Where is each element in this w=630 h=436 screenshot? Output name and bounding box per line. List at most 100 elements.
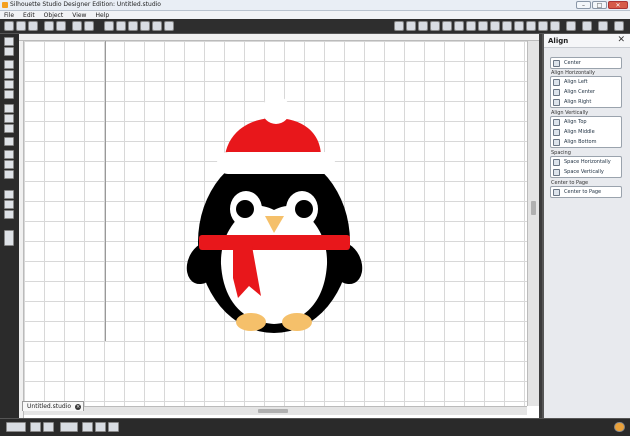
zoom-icon[interactable] <box>30 422 41 432</box>
offset-icon[interactable] <box>514 21 524 31</box>
menu-object[interactable]: Object <box>40 12 69 19</box>
window-title: Silhouette Studio Designer Edition: Unti… <box>10 1 161 8</box>
curve-tool-icon[interactable] <box>4 104 14 113</box>
menu-file[interactable]: File <box>0 12 19 19</box>
undo-icon[interactable] <box>104 21 114 31</box>
redo-icon[interactable] <box>116 21 126 31</box>
line-style-icon[interactable] <box>454 21 464 31</box>
knife-tool-icon[interactable] <box>4 160 14 169</box>
zoom-in-icon[interactable] <box>128 21 138 31</box>
eyedropper-tool-icon[interactable] <box>4 170 14 179</box>
right-eye <box>295 200 313 218</box>
close-window-button[interactable]: ✕ <box>608 1 628 9</box>
save-icon[interactable] <box>28 21 38 31</box>
minimize-button[interactable]: – <box>576 1 591 9</box>
align-bottom-icon <box>553 138 560 146</box>
store-icon[interactable] <box>566 21 576 31</box>
center-to-page-group: Center to Page <box>550 186 622 198</box>
select-tool-icon[interactable] <box>4 37 14 46</box>
app-icon <box>2 2 8 8</box>
align-right-icon <box>553 98 560 106</box>
menu-edit[interactable]: Edit <box>19 12 40 19</box>
grid-icon[interactable] <box>406 21 416 31</box>
paint-icon[interactable] <box>4 210 14 219</box>
scarf-band[interactable] <box>199 235 350 250</box>
vertical-scroll-thumb[interactable] <box>531 201 536 215</box>
edit-points-icon[interactable] <box>4 47 14 56</box>
space-horizontally-button[interactable]: Space Horizontally <box>551 157 621 167</box>
delete-icon[interactable] <box>82 422 93 432</box>
hat-pompom[interactable] <box>262 96 290 124</box>
fit-page-icon[interactable] <box>164 21 174 31</box>
horizontal-scroll-thumb[interactable] <box>258 409 288 413</box>
rectangle-tool-icon[interactable] <box>4 80 14 89</box>
selection-mode-icon[interactable] <box>43 422 54 432</box>
close-panel-icon[interactable]: ✕ <box>617 35 625 45</box>
space-vertically-button[interactable]: Space Vertically <box>551 167 621 177</box>
align-right-button[interactable]: Align Right <box>551 97 621 107</box>
polygon-tool-icon[interactable] <box>4 70 14 79</box>
document-tab[interactable]: Untitled.studio × <box>22 401 85 411</box>
ellipse-tool-icon[interactable] <box>4 90 14 99</box>
center-button[interactable]: Center <box>551 58 621 68</box>
space-vertically-icon <box>553 168 560 176</box>
zoom-select-icon[interactable] <box>152 21 162 31</box>
align-center-button[interactable]: Align Center <box>551 87 621 97</box>
new-document-icon[interactable] <box>4 21 14 31</box>
arc-tool-icon[interactable] <box>4 114 14 123</box>
align-top-button[interactable]: Align Top <box>551 117 621 127</box>
grid-toggle-icon[interactable] <box>6 422 26 432</box>
group-objects-icon[interactable] <box>95 422 106 432</box>
menu-help[interactable]: Help <box>91 12 114 19</box>
right-foot[interactable] <box>282 313 312 331</box>
line-color-icon[interactable] <box>442 21 452 31</box>
modify-icon[interactable] <box>502 21 512 31</box>
library-view-icon[interactable] <box>598 21 608 31</box>
fill-color-icon[interactable] <box>430 21 440 31</box>
left-foot[interactable] <box>236 313 266 331</box>
store-view-icon[interactable] <box>614 21 624 31</box>
document-tab-label: Untitled.studio <box>27 403 72 410</box>
eraser-tool-icon[interactable] <box>4 150 14 159</box>
paste-icon[interactable] <box>84 21 94 31</box>
line-tool-icon[interactable] <box>4 60 14 69</box>
freehand-tool-icon[interactable] <box>4 124 14 133</box>
bottom-toolbar <box>0 418 630 436</box>
library-icon[interactable] <box>44 21 54 31</box>
zoom-out-icon[interactable] <box>140 21 150 31</box>
hat-brim[interactable] <box>217 152 335 174</box>
ungroup-objects-icon[interactable] <box>108 422 119 432</box>
page-navigator-icon[interactable] <box>4 230 14 246</box>
color-wheel-icon[interactable] <box>614 422 625 432</box>
align-left-button[interactable]: Align Left <box>551 77 621 87</box>
transform-icon[interactable] <box>478 21 488 31</box>
replicate-icon[interactable] <box>490 21 500 31</box>
menu-view[interactable]: View <box>68 12 91 19</box>
send-to-cutter-icon[interactable] <box>550 21 560 31</box>
open-file-icon[interactable] <box>16 21 26 31</box>
close-tab-icon[interactable]: × <box>75 404 82 410</box>
text-style-icon[interactable] <box>466 21 476 31</box>
cut-settings-icon[interactable] <box>538 21 548 31</box>
maximize-button[interactable]: □ <box>592 1 607 9</box>
duplicate-icon[interactable] <box>60 422 78 432</box>
penguin-artwork[interactable] <box>19 34 539 418</box>
cut-icon[interactable] <box>56 21 66 31</box>
vertical-scrollbar[interactable] <box>527 41 539 406</box>
horizontal-scrollbar[interactable] <box>24 406 527 415</box>
copy-icon[interactable] <box>72 21 82 31</box>
page-setup-icon[interactable] <box>394 21 404 31</box>
design-canvas[interactable]: Untitled.studio × <box>19 34 539 418</box>
trace-icon[interactable] <box>526 21 536 31</box>
align-middle-button[interactable]: Align Middle <box>551 127 621 137</box>
title-bar: Silhouette Studio Designer Edition: Unti… <box>0 0 630 11</box>
layers-icon[interactable] <box>4 190 14 199</box>
group-icon[interactable] <box>4 200 14 209</box>
align-bottom-button[interactable]: Align Bottom <box>551 137 621 147</box>
center-to-page-button[interactable]: Center to Page <box>551 187 621 197</box>
align-panel: Align ✕ Center Align Horizontally Align … <box>542 34 630 418</box>
design-view-icon[interactable] <box>582 21 592 31</box>
text-tool-icon[interactable] <box>4 137 14 146</box>
center-icon <box>553 59 560 67</box>
registration-icon[interactable] <box>418 21 428 31</box>
